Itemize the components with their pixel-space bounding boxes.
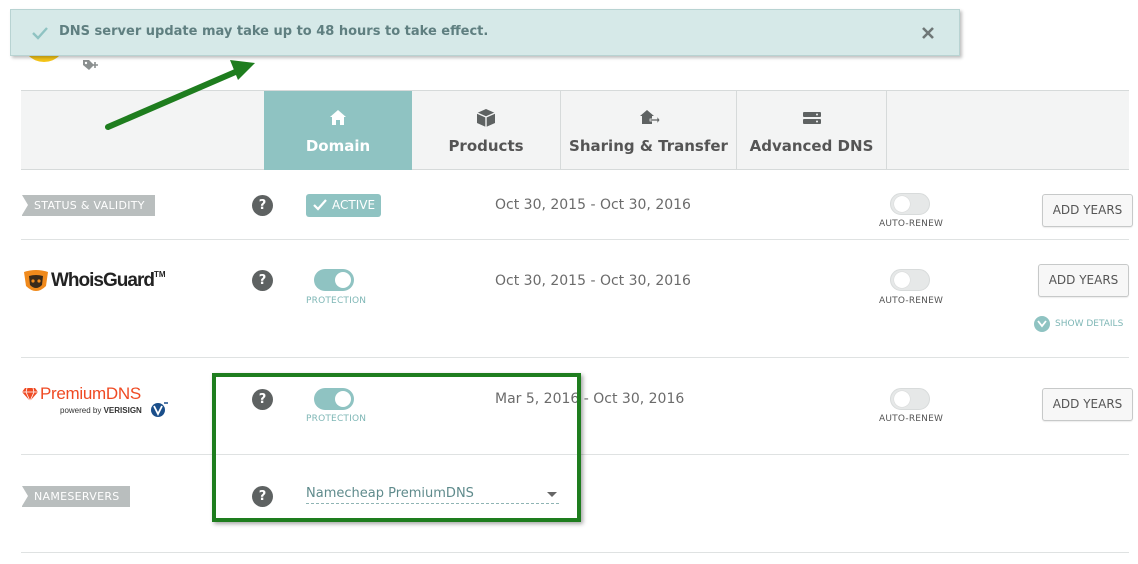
tab-label: Products <box>448 137 524 155</box>
help-icon[interactable]: ? <box>252 195 273 216</box>
divider <box>21 552 1129 553</box>
status-badge-label: ACTIVE <box>332 198 376 212</box>
show-details-label: SHOW DETAILS <box>1055 319 1124 329</box>
premiumdns-logo-text: PremiumDNS <box>40 384 141 403</box>
notification-message: DNS server update may take up to 48 hour… <box>59 24 489 39</box>
auto-renew-toggle[interactable] <box>890 269 930 291</box>
notification-banner: DNS server update may take up to 48 hour… <box>10 9 960 56</box>
help-icon[interactable]: ? <box>252 270 273 291</box>
verisign-check-icon <box>151 402 168 417</box>
add-years-button[interactable]: ADD YEARS <box>1038 264 1129 297</box>
whoisguard-tm: TM <box>153 270 166 279</box>
auto-renew-label: AUTO-RENEW <box>879 219 944 229</box>
help-icon[interactable]: ? <box>252 486 273 507</box>
premiumdns-protection-toggle[interactable] <box>314 388 354 410</box>
close-icon[interactable] <box>919 24 937 42</box>
auto-renew-label: AUTO-RENEW <box>879 296 944 306</box>
check-icon <box>32 27 48 40</box>
transfer-icon <box>639 110 660 126</box>
box-icon <box>476 109 496 127</box>
auto-renew-toggle[interactable] <box>890 193 930 215</box>
nameservers-select[interactable]: Namecheap PremiumDNS <box>306 486 559 504</box>
tab-label: Domain <box>305 137 371 155</box>
chevron-down-icon <box>1034 316 1050 332</box>
whoisguard-logo-text: WhoisGuard <box>51 270 155 291</box>
divider <box>21 357 1129 358</box>
divider <box>21 239 1129 240</box>
help-icon[interactable]: ? <box>252 389 273 410</box>
premiumdns-dates: Mar 5, 2016 - Oct 30, 2016 <box>495 391 685 407</box>
section-label-nameservers: NAMESERVERS <box>22 486 130 507</box>
tab-products[interactable]: Products <box>412 91 561 170</box>
tab-advanced-dns[interactable]: Advanced DNS <box>737 91 887 170</box>
status-dates: Oct 30, 2015 - Oct 30, 2016 <box>495 197 691 213</box>
tab-label: Advanced DNS <box>749 137 874 155</box>
tab-bar: Domain Products Sharing & Transfer Advan… <box>21 90 1129 170</box>
check-icon <box>313 199 327 211</box>
home-icon <box>330 110 346 125</box>
protection-label: PROTECTION <box>306 414 367 424</box>
premiumdns-logo: PremiumDNS powered by VERISIGN <box>22 384 177 418</box>
tab-domain[interactable]: Domain <box>264 91 412 170</box>
protection-label: PROTECTION <box>306 296 367 306</box>
whoisguard-shield-icon <box>24 270 48 291</box>
gem-icon <box>22 387 38 401</box>
divider <box>21 454 1129 455</box>
whoisguard-logo: WhoisGuardTM <box>22 268 166 296</box>
tab-sharing-transfer[interactable]: Sharing & Transfer <box>561 91 737 170</box>
auto-renew-toggle[interactable] <box>890 388 930 410</box>
server-icon <box>802 112 821 124</box>
whoisguard-dates: Oct 30, 2015 - Oct 30, 2016 <box>495 273 691 289</box>
auto-renew-label: AUTO-RENEW <box>879 414 944 424</box>
verisign-label: VERISIGN <box>103 406 142 415</box>
tab-label: Sharing & Transfer <box>569 137 728 155</box>
powered-by-label: powered by <box>60 406 102 415</box>
whoisguard-protection-toggle[interactable] <box>314 269 354 291</box>
add-tag-icon[interactable] <box>82 58 100 72</box>
status-badge: ACTIVE <box>306 194 381 217</box>
section-label-status: STATUS & VALIDITY <box>22 195 155 216</box>
add-years-button[interactable]: ADD YEARS <box>1042 388 1133 421</box>
add-years-button[interactable]: ADD YEARS <box>1042 194 1133 227</box>
nameservers-selected: Namecheap PremiumDNS <box>306 486 474 501</box>
chevron-down-icon <box>547 492 557 497</box>
